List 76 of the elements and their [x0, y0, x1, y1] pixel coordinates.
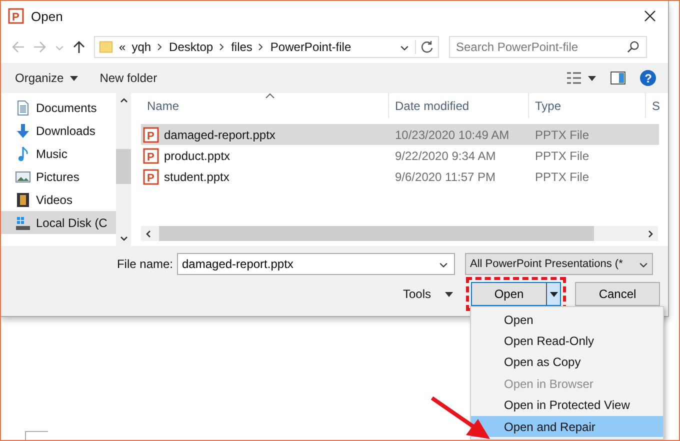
file-name-label: File name:: [116, 257, 174, 271]
date-cell-text: 9/6/2020 11:57 PM: [394, 170, 497, 184]
preview-pane-icon[interactable]: [610, 71, 626, 85]
file-name-field[interactable]: damaged-report.pptx: [177, 253, 455, 275]
address-bar[interactable]: « yqh Desktop files PowerPoint-file: [94, 36, 439, 58]
sidebar-item[interactable]: Pictures: [1, 165, 116, 188]
powerpoint-file-icon: P: [143, 168, 159, 184]
organize-button[interactable]: Organize: [11, 69, 82, 87]
menu-item[interactable]: Open in Protected View: [471, 394, 663, 416]
file-name: student.pptx: [164, 170, 230, 184]
document-icon: [15, 100, 31, 116]
sidebar-item[interactable]: Music: [1, 142, 116, 165]
chevron-right-icon: [157, 43, 164, 51]
file-row[interactable]: P damaged-report.pptx 10/23/2020 10:49 AM PPTX File: [141, 124, 659, 145]
menu-item[interactable]: Open and Repair: [471, 416, 663, 438]
menu-item[interactable]: Open as Copy: [471, 352, 663, 374]
caret-icon: [550, 292, 558, 296]
scrollbar-thumb[interactable]: [116, 149, 131, 184]
caret-icon: [70, 76, 78, 80]
scrollbar-thumb[interactable]: [159, 226, 594, 241]
view-options-icon[interactable]: [566, 71, 582, 85]
open-dropdown-button[interactable]: [546, 283, 560, 305]
file-type-dropdown[interactable]: All PowerPoint Presentations (*: [465, 253, 653, 275]
search-field[interactable]: Search PowerPoint-file: [449, 36, 647, 58]
caret-icon[interactable]: [588, 76, 596, 80]
sort-caret-icon: [265, 93, 275, 99]
sidebar-item[interactable]: Downloads: [1, 119, 116, 142]
caret-icon: [445, 292, 454, 296]
drive-icon: [15, 214, 31, 230]
breadcrumb-item[interactable]: «: [119, 40, 126, 54]
column-header[interactable]: Date modified: [389, 93, 529, 118]
sidebar-item[interactable]: Videos: [1, 188, 116, 211]
chevron-down-icon[interactable]: [439, 260, 448, 269]
column-header[interactable]: Name: [141, 93, 389, 118]
column-header[interactable]: Type: [529, 93, 646, 118]
horizontal-scrollbar[interactable]: [141, 226, 658, 241]
file-name: damaged-report.pptx: [164, 128, 276, 142]
date-cell-text: 9/22/2020 9:34 AM: [394, 148, 497, 162]
sidebar-item[interactable]: Documents: [1, 96, 116, 119]
close-icon[interactable]: [644, 10, 656, 22]
breadcrumb-item[interactable]: PowerPoint-file: [270, 40, 352, 54]
breadcrumb-item[interactable]: files: [231, 40, 252, 54]
cancel-button[interactable]: Cancel: [575, 282, 660, 306]
breadcrumb-item[interactable]: yqh: [132, 40, 152, 54]
picture-icon: [15, 168, 31, 184]
breadcrumb-item[interactable]: Desktop: [169, 40, 214, 54]
scroll-down-icon[interactable]: [120, 236, 128, 242]
menu-item[interactable]: Open: [471, 309, 663, 330]
powerpoint-icon: P: [8, 8, 24, 24]
help-icon[interactable]: ?: [640, 70, 656, 86]
refresh-icon[interactable]: [415, 40, 434, 54]
scroll-up-icon[interactable]: [120, 97, 128, 103]
search-icon: [627, 40, 640, 53]
date-cell-text: 10/23/2020 10:49 AM: [394, 128, 510, 142]
up-arrow-icon[interactable]: [72, 40, 86, 54]
powerpoint-file-icon: P: [143, 148, 159, 164]
open-button[interactable]: Open: [472, 283, 546, 305]
column-header[interactable]: S: [646, 93, 664, 118]
chevron-right-icon: [219, 43, 226, 51]
tools-button[interactable]: Tools: [399, 285, 458, 303]
sidebar-item[interactable]: Local Disk (C: [1, 211, 116, 234]
film-icon: [15, 192, 31, 208]
type-cell-text: PPTX File: [534, 148, 590, 162]
file-row[interactable]: P product.pptx 9/22/2020 9:34 AM PPTX File: [141, 145, 659, 166]
window-title: Open: [31, 8, 63, 24]
type-cell-text: PPTX File: [534, 170, 590, 184]
file-row[interactable]: P student.pptx 9/6/2020 11:57 PM PPTX File: [141, 166, 659, 187]
pointer-arrow: [430, 395, 492, 440]
chevron-right-icon: [258, 43, 264, 51]
file-name: product.pptx: [164, 148, 230, 162]
type-cell-text: PPTX File: [534, 128, 590, 142]
down-arrow-icon: [15, 122, 31, 138]
powerpoint-file-icon: P: [143, 126, 159, 142]
folder-icon: [99, 40, 113, 54]
menu-item[interactable]: Open Read-Only: [471, 330, 663, 352]
new-folder-button[interactable]: New folder: [96, 69, 162, 87]
